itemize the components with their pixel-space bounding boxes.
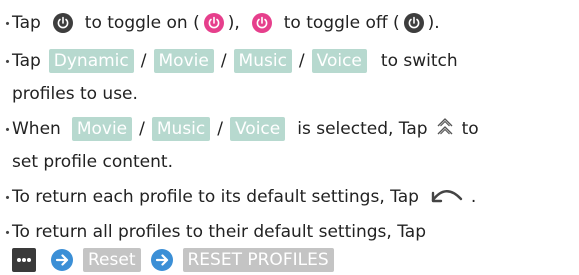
power-on-icon <box>251 13 272 33</box>
power-off-icon <box>52 13 73 33</box>
line-text: to toggle off ( <box>283 13 400 33</box>
line-text: profiles to use. <box>12 84 138 104</box>
arrow-right-icon <box>150 249 173 271</box>
bullet-mark: ・ <box>0 14 16 33</box>
chip-movie: Movie <box>153 49 214 73</box>
bullet-line-1: ・ Tap to toggle on ( ), to toggle off ( … <box>0 8 440 38</box>
slash: / <box>140 51 147 71</box>
chip-music: Music <box>151 117 211 141</box>
bullet-line-4: ・ To return each profile to its default … <box>0 182 476 212</box>
bullet-line-2-cont: profiles to use. <box>0 79 138 109</box>
arrow-right-icon <box>51 249 73 271</box>
bullet-line-2: ・ Tap Dynamic / Movie / Music / Voice to… <box>0 46 458 76</box>
line-text: To return all profiles to their default … <box>12 222 426 242</box>
line-text: When <box>12 119 61 139</box>
bullet-mark: ・ <box>0 223 16 242</box>
slash: / <box>220 51 227 71</box>
line-text: set profile content. <box>12 152 173 172</box>
bullet-mark: ・ <box>0 120 16 139</box>
more-dots-icon <box>12 248 36 272</box>
line-text: to toggle on ( <box>84 13 200 33</box>
bullet-line-3-cont: set profile content. <box>0 147 173 177</box>
bullet-line-3: ・ When Movie / Music / Voice is selected… <box>0 114 479 144</box>
reset-curve-icon <box>429 185 465 210</box>
power-off-icon <box>403 13 424 33</box>
line-text: ), <box>227 13 240 33</box>
chip-reset-profiles: RESET PROFILES <box>182 248 334 272</box>
line-text: to <box>461 119 479 139</box>
double-chevron-up-icon <box>435 116 455 143</box>
bullet-mark: ・ <box>0 188 16 207</box>
slash: / <box>139 119 145 139</box>
line-text: to switch <box>380 51 458 71</box>
line-text: is selected, Tap <box>297 119 428 139</box>
line-text: Tap <box>12 13 41 33</box>
chip-voice: Voice <box>311 49 367 73</box>
chip-voice: Voice <box>229 117 286 141</box>
bullet-line-5-cont: Reset RESET PROFILES <box>0 245 337 275</box>
bullet-mark: ・ <box>0 52 16 71</box>
line-text: Tap <box>12 51 41 71</box>
chip-movie: Movie <box>71 117 133 141</box>
power-on-icon <box>203 13 224 33</box>
slash: / <box>298 51 305 71</box>
chip-reset: Reset <box>83 248 141 272</box>
slash: / <box>217 119 223 139</box>
chip-music: Music <box>233 49 292 73</box>
line-text: ). <box>427 13 440 33</box>
bullet-line-5: ・ To return all profiles to their defaul… <box>0 217 426 247</box>
line-text: . <box>470 187 477 207</box>
chip-dynamic: Dynamic <box>48 49 134 73</box>
line-text: To return each profile to its default se… <box>12 187 419 207</box>
